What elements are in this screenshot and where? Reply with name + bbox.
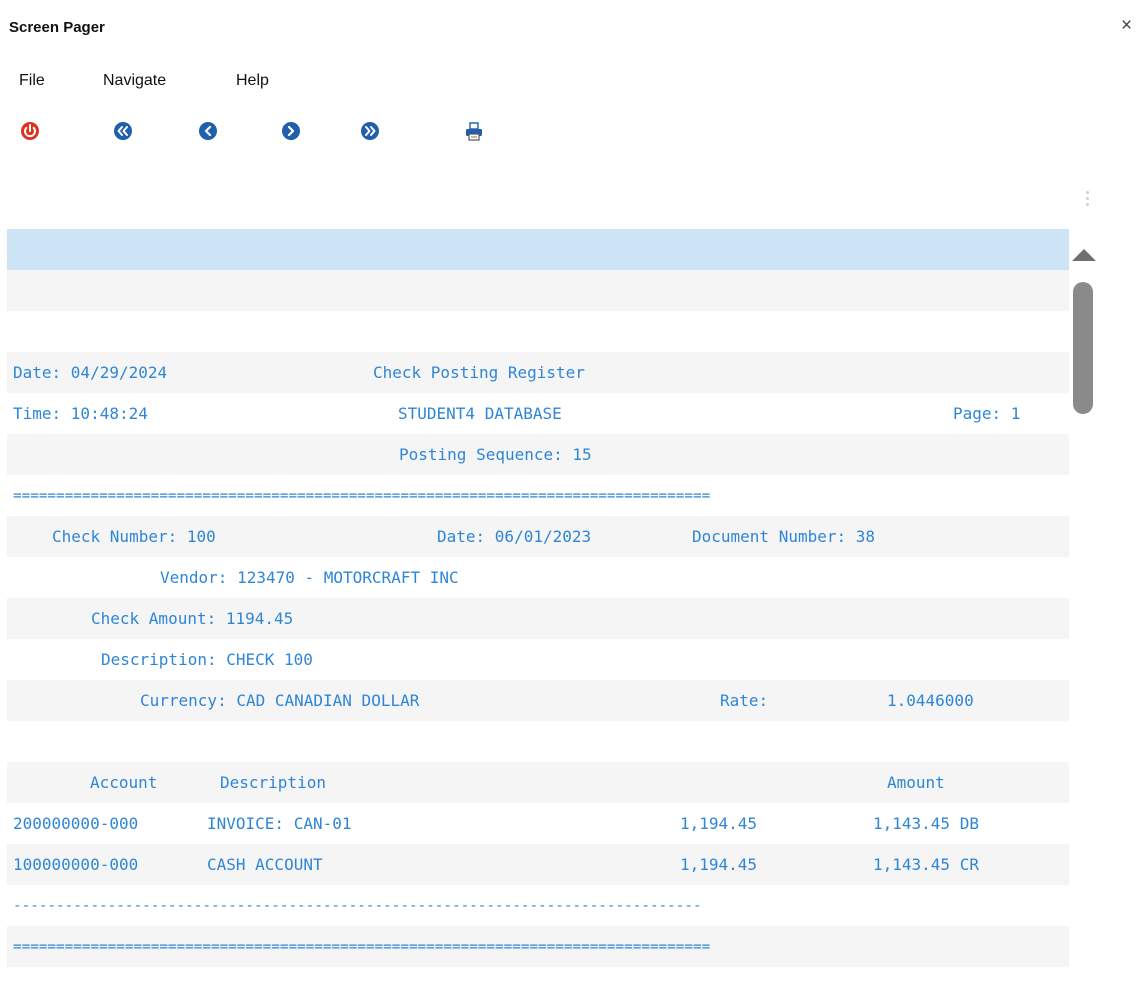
double-rule: ========================================… xyxy=(13,488,711,504)
close-icon[interactable]: × xyxy=(1121,16,1132,36)
line-description: CASH ACCOUNT xyxy=(207,855,323,874)
report-row[interactable]: ========================================… xyxy=(7,926,1069,967)
report-row[interactable] xyxy=(7,270,1069,311)
column-header-amount: Amount xyxy=(887,773,945,792)
line-description: INVOICE: CAN-01 xyxy=(207,814,352,833)
double-rule: ========================================… xyxy=(13,939,711,955)
report-row[interactable]: Vendor: 123470 - MOTORCRAFT INC xyxy=(7,557,1069,598)
previous-page-icon[interactable] xyxy=(197,120,219,142)
report-row[interactable]: Account Description Amount xyxy=(7,762,1069,803)
scroll-up-arrow-icon[interactable] xyxy=(1072,249,1096,261)
report-row-selected[interactable] xyxy=(7,229,1069,270)
report-title: Check Posting Register xyxy=(373,363,585,382)
rate-label: Rate: xyxy=(720,691,769,710)
last-page-icon[interactable] xyxy=(359,120,381,142)
line-source-amount: 1,194.45 xyxy=(680,855,758,874)
document-number: Document Number: 38 xyxy=(692,527,876,546)
report-row[interactable]: ========================================… xyxy=(7,475,1069,516)
report-database: STUDENT4 DATABASE xyxy=(398,404,562,423)
single-rule: ----------------------------------------… xyxy=(13,898,702,914)
toolbar xyxy=(0,120,600,150)
report-page: Page: 1 xyxy=(953,404,1021,423)
report-viewer: Date: 04/29/2024 Check Posting Register … xyxy=(0,160,1100,993)
report-row[interactable]: Description: CHECK 100 xyxy=(7,639,1069,680)
line-account: 100000000-000 xyxy=(13,855,139,874)
report-row[interactable]: Date: 04/29/2024 Check Posting Register xyxy=(7,352,1069,393)
next-page-icon[interactable] xyxy=(280,120,302,142)
report-row[interactable]: Check Amount: 1194.45 xyxy=(7,598,1069,639)
check-amount: Check Amount: 1194.45 xyxy=(91,609,294,628)
rate-value: 1.0446000 xyxy=(887,691,974,710)
menu-file[interactable]: File xyxy=(19,72,45,90)
report-row[interactable]: Posting Sequence: 15 xyxy=(7,434,1069,475)
exit-icon[interactable] xyxy=(19,120,41,142)
line-source-amount: 1,194.45 xyxy=(680,814,758,833)
check-description: Description: CHECK 100 xyxy=(101,650,313,669)
report-row[interactable]: Currency: CAD CANADIAN DOLLAR Rate: 1.04… xyxy=(7,680,1069,721)
column-header-description: Description xyxy=(220,773,326,792)
menu-navigate[interactable]: Navigate xyxy=(103,72,166,90)
check-number: Check Number: 100 xyxy=(52,527,216,546)
report-row[interactable] xyxy=(7,311,1069,352)
window-title: Screen Pager xyxy=(9,19,105,36)
scroll-thumb[interactable] xyxy=(1073,282,1093,414)
vendor: Vendor: 123470 - MOTORCRAFT INC xyxy=(160,568,459,587)
line-amount: 1,143.45 DB xyxy=(873,814,979,833)
report-row[interactable]: Check Number: 100 Date: 06/01/2023 Docum… xyxy=(7,516,1069,557)
report-time: Time: 10:48:24 xyxy=(13,404,148,423)
line-amount: 1,143.45 CR xyxy=(873,855,979,874)
check-date: Date: 06/01/2023 xyxy=(437,527,592,546)
report-row[interactable]: ----------------------------------------… xyxy=(7,885,1069,926)
first-page-icon[interactable] xyxy=(112,120,134,142)
column-header-account: Account xyxy=(90,773,158,792)
currency: Currency: CAD CANADIAN DOLLAR xyxy=(140,691,420,710)
table-row[interactable]: 100000000-000 CASH ACCOUNT 1,194.45 1,14… xyxy=(7,844,1069,885)
line-account: 200000000-000 xyxy=(13,814,139,833)
print-icon[interactable] xyxy=(463,120,485,142)
report-row[interactable]: Time: 10:48:24 STUDENT4 DATABASE Page: 1 xyxy=(7,393,1069,434)
report-row[interactable] xyxy=(7,721,1069,762)
table-row[interactable]: 200000000-000 INVOICE: CAN-01 1,194.45 1… xyxy=(7,803,1069,844)
vertical-scrollbar[interactable] xyxy=(1070,235,1100,993)
title-bar: Screen Pager × xyxy=(0,0,1140,58)
report-date: Date: 04/29/2024 xyxy=(13,363,168,382)
posting-sequence: Posting Sequence: 15 xyxy=(399,445,592,464)
menu-help[interactable]: Help xyxy=(236,72,269,90)
